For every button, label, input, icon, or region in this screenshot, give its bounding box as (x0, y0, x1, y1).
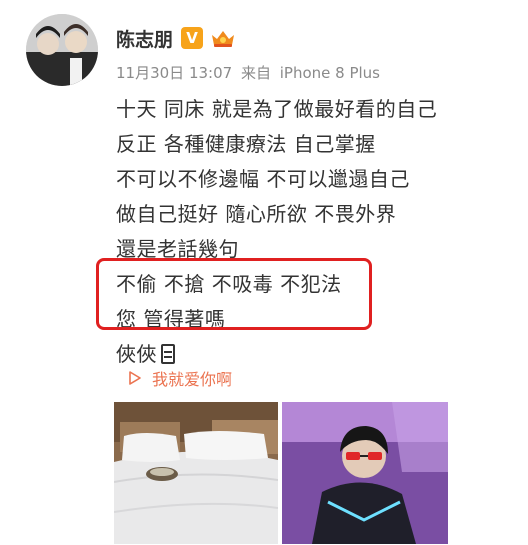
music-link-label: 我就爱你啊 (152, 370, 233, 389)
music-link[interactable]: 我就爱你啊 (128, 366, 232, 390)
avatar[interactable] (26, 14, 98, 86)
author-row: 陈志朋 V (116, 24, 237, 52)
post-line: 做自己挺好 隨心所欲 不畏外界 (116, 202, 397, 226)
post-image-bed[interactable] (114, 402, 278, 544)
highlight-annotation (96, 258, 372, 330)
post-line: 反正 各種健康療法 自己掌握 (116, 132, 376, 156)
play-icon (129, 371, 141, 385)
source-device: iPhone 8 Plus (279, 64, 380, 82)
author-name[interactable]: 陈志朋 (116, 25, 173, 52)
post-line: 不可以不修邊幅 不可以邋遢自己 (116, 167, 410, 191)
post-meta: 11月30日 13:07 来自 iPhone 8 Plus (116, 62, 384, 83)
post-content: 十天 同床 就是為了做最好看的自己 反正 各種健康療法 自己掌握 不可以不修邊幅… (116, 92, 437, 372)
emoji-icon (161, 344, 175, 364)
vip-crown-icon (212, 31, 235, 47)
post-date[interactable]: 11月30日 13:07 (116, 64, 232, 82)
signature-text: 俠俠 (116, 342, 157, 366)
post-line: 十天 同床 就是為了做最好看的自己 (116, 97, 438, 121)
verified-badge-icon: V (181, 27, 204, 49)
source-prefix: 来自 (240, 64, 271, 82)
post-image-portrait[interactable] (282, 402, 448, 544)
